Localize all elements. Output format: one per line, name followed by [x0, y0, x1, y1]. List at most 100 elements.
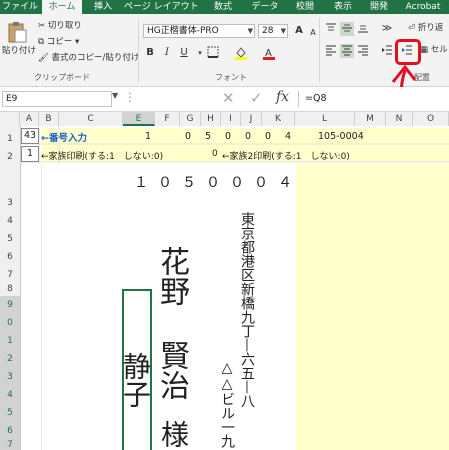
align-center-icon[interactable]	[340, 44, 354, 58]
tab-file[interactable]: ファイル	[2, 0, 38, 14]
font-size-combo[interactable]: 28 ▼	[258, 24, 288, 38]
cell-a1[interactable]: 43	[21, 128, 39, 144]
name-box-dropdown-icon[interactable]: ▼	[112, 91, 118, 100]
digit-cell[interactable]: 0	[265, 131, 271, 142]
row-header[interactable]: 5	[0, 234, 20, 244]
enter-check-icon[interactable]: ✓	[250, 89, 263, 107]
row-header-selected[interactable]: 1	[0, 332, 20, 350]
number-input-label: ←番号入力	[41, 133, 87, 144]
postcard-given-name: 賢治	[154, 340, 189, 400]
column-header[interactable]: F	[155, 112, 180, 126]
group-divider	[319, 18, 320, 82]
column-header[interactable]: M	[355, 112, 386, 126]
merge-center-button[interactable]: ▦ セル	[420, 44, 448, 56]
select-all-corner[interactable]	[0, 112, 20, 126]
digit-cell[interactable]: 1	[145, 131, 151, 142]
cell-a2[interactable]: 1	[21, 146, 39, 162]
row-header-selected[interactable]: 4	[0, 386, 20, 404]
group-divider	[138, 18, 139, 82]
tab-insert[interactable]: 挿入	[88, 0, 118, 14]
tab-page-layout[interactable]: ページ レイアウト	[124, 0, 199, 14]
tab-data[interactable]: データ	[250, 0, 280, 14]
column-header[interactable]: B	[39, 112, 59, 126]
chevron-down-icon[interactable]: ▼	[248, 25, 253, 37]
align-bottom-icon[interactable]	[356, 22, 370, 36]
row-header[interactable]: 8	[0, 284, 20, 294]
digit-cell[interactable]: 0	[245, 131, 251, 142]
row-header-selected[interactable]: 2	[0, 350, 20, 368]
row-header[interactable]: 1	[0, 134, 20, 144]
row-header-selected[interactable]: 6	[0, 422, 20, 440]
font-name-combo[interactable]: HG正楷書体-PRO ▼	[143, 24, 255, 38]
postcard-address-line1: 東京都港区新橋九丁—六五—八	[239, 212, 255, 408]
tab-acrobat[interactable]: Acrobat	[400, 0, 446, 14]
paste-button[interactable]: 貼り付け	[2, 45, 36, 57]
cut-button[interactable]: ✂ 切り取り	[38, 20, 82, 32]
tab-review[interactable]: 校閲	[292, 0, 318, 14]
format-painter-button[interactable]: 🖌 書式のコピー/貼り付け	[38, 52, 139, 64]
merge-cells-icon: ▦	[420, 45, 429, 55]
tab-formulas[interactable]: 数式	[208, 0, 238, 14]
column-header[interactable]: O	[413, 112, 449, 126]
column-header-selected[interactable]: E	[123, 112, 155, 126]
bold-button[interactable]: B	[143, 46, 157, 60]
paste-icon[interactable]	[6, 20, 28, 44]
fill-color-icon[interactable]	[234, 46, 248, 60]
yellow-fill-region	[295, 164, 449, 450]
column-header[interactable]: L	[295, 112, 355, 126]
family2-value-cell[interactable]: 0	[212, 149, 218, 159]
postcard-honorific: 様	[157, 420, 190, 448]
row-header-selected[interactable]: 3	[0, 368, 20, 386]
shrink-font-button[interactable]: A	[306, 26, 320, 40]
tab-home[interactable]: ホーム	[42, 0, 82, 14]
column-header[interactable]: H	[201, 112, 221, 126]
clipboard-group-label: クリップボード	[34, 73, 90, 82]
cancel-icon[interactable]: ✕	[222, 89, 235, 107]
underline-dropdown-icon[interactable]: ▾	[193, 46, 207, 60]
row-header[interactable]: 7	[0, 270, 20, 280]
borders-icon[interactable]	[206, 46, 220, 60]
column-header[interactable]: K	[262, 112, 295, 126]
chevron-down-icon[interactable]: ▼	[281, 25, 286, 37]
formula-input[interactable]: =Q8	[298, 91, 449, 107]
wrap-text-button[interactable]: ⏎ 折り返	[408, 22, 443, 34]
column-header[interactable]: N	[386, 112, 413, 126]
row-header[interactable]: 2	[0, 152, 20, 162]
wrap-text-icon: ⏎	[408, 23, 416, 33]
orientation-icon[interactable]: ≫	[380, 22, 394, 36]
decrease-indent-icon[interactable]	[380, 44, 394, 58]
underline-button[interactable]: U	[177, 46, 191, 60]
name-box[interactable]: E9	[2, 91, 112, 107]
row-header[interactable]: 4	[0, 216, 20, 226]
align-right-icon[interactable]	[356, 44, 370, 58]
row-header[interactable]: 3	[0, 198, 20, 208]
copy-button[interactable]: ⧉ コピー ▾	[38, 36, 79, 48]
postal-code-cell[interactable]: 105-0004	[318, 131, 364, 142]
font-color-icon[interactable]: A	[262, 46, 276, 60]
digit-cell[interactable]: 5	[205, 131, 211, 142]
insert-function-icon[interactable]: fx	[276, 89, 289, 105]
column-header[interactable]: G	[180, 112, 201, 126]
column-header[interactable]: I	[221, 112, 241, 126]
italic-button[interactable]: I	[160, 46, 174, 60]
row-header[interactable]: 6	[0, 252, 20, 262]
align-left-icon[interactable]	[324, 44, 338, 58]
row-header-selected[interactable]: 5	[0, 404, 20, 422]
row-header-selected[interactable]: 9	[0, 296, 20, 314]
row-header-selected[interactable]: 7	[0, 440, 20, 450]
column-header[interactable]: C	[59, 112, 123, 126]
digit-cell[interactable]: 0	[225, 131, 231, 142]
column-header[interactable]: A	[20, 112, 39, 126]
align-top-icon[interactable]	[324, 22, 338, 36]
formula-bar-options-icon[interactable]: ⋮	[124, 90, 136, 104]
digit-cell[interactable]: 0	[185, 131, 191, 142]
tab-developer[interactable]: 開発	[366, 0, 392, 14]
tab-view[interactable]: 表示	[330, 0, 356, 14]
row-header-selected[interactable]: 0	[0, 314, 20, 332]
brush-icon: 🖌	[38, 53, 49, 63]
align-middle-icon[interactable]	[340, 22, 354, 36]
grow-font-button[interactable]: A	[292, 24, 306, 38]
column-header[interactable]: J	[241, 112, 262, 126]
digit-cell[interactable]: 4	[285, 131, 291, 142]
font-group-label: フォント	[215, 73, 247, 82]
